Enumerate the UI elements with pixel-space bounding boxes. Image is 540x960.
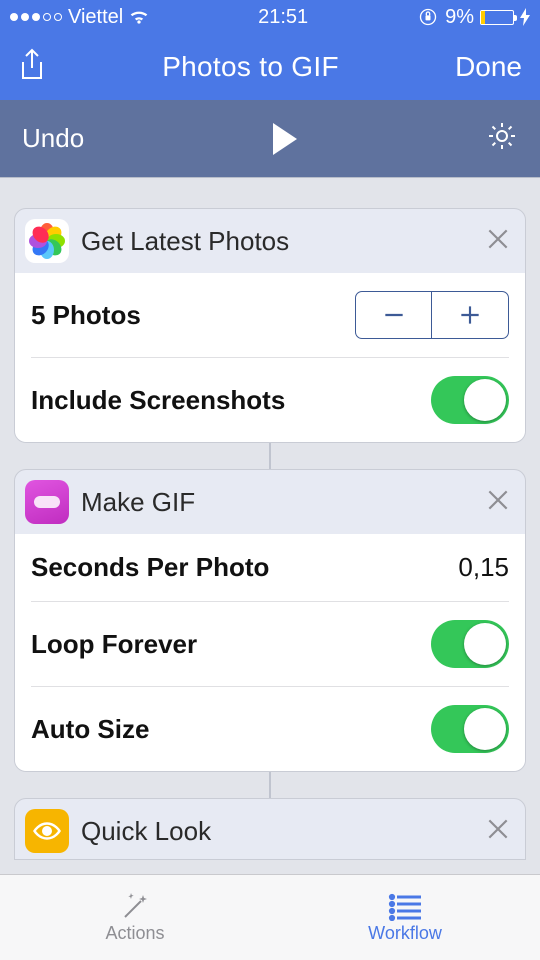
include-screenshots-label: Include Screenshots [31,385,285,416]
quick-look-icon [25,809,69,853]
tab-actions[interactable]: Actions [0,875,270,960]
done-button[interactable]: Done [455,51,522,83]
play-icon [273,123,297,155]
photos-app-icon [25,219,69,263]
action-card-quick-look[interactable]: Quick Look [14,798,526,860]
status-bar: Viettel 21:51 9% [0,0,540,34]
list-icon [387,891,423,921]
signal-dots [10,13,62,21]
undo-button[interactable]: Undo [22,123,84,154]
action-card-make-gif[interactable]: Make GIF Seconds Per Photo 0,15 Loop For… [14,469,526,772]
battery-pct: 9% [445,6,474,29]
loop-forever-label: Loop Forever [31,629,197,660]
settings-button[interactable] [486,120,518,157]
tab-workflow[interactable]: Workflow [270,875,540,960]
auto-size-label: Auto Size [31,714,149,745]
close-icon [485,226,511,252]
stepper-plus-button[interactable] [432,292,508,338]
battery-icon [480,10,514,25]
card-title: Get Latest Photos [81,226,485,257]
photo-count-stepper [355,291,509,339]
rotation-lock-icon [417,6,439,28]
wifi-icon [129,9,149,25]
tab-bar: Actions Workflow [0,874,540,960]
card-close-button[interactable] [485,226,511,257]
tab-label: Actions [105,923,164,944]
card-close-button[interactable] [485,816,511,847]
share-button[interactable] [18,48,46,87]
tab-label: Workflow [368,923,442,944]
close-icon [485,816,511,842]
carrier-label: Viettel [68,6,123,29]
workflow-canvas[interactable]: Get Latest Photos 5 Photos Include Scree… [0,178,540,874]
charging-bolt-icon [520,8,530,26]
loop-forever-toggle[interactable] [431,620,509,668]
gif-action-icon [25,480,69,524]
action-card-get-latest-photos[interactable]: Get Latest Photos 5 Photos Include Scree… [14,208,526,443]
card-connector [269,772,271,798]
include-screenshots-toggle[interactable] [431,376,509,424]
auto-size-toggle[interactable] [431,705,509,753]
close-icon [485,487,511,513]
play-button[interactable] [273,123,297,155]
card-close-button[interactable] [485,487,511,518]
page-title: Photos to GIF [162,51,339,83]
seconds-per-photo-label: Seconds Per Photo [31,552,269,583]
wand-icon [117,891,153,921]
card-title: Make GIF [81,487,485,518]
photo-count-label: 5 Photos [31,300,141,331]
clock: 21:51 [258,6,308,29]
card-connector [269,443,271,469]
card-title: Quick Look [81,816,485,847]
seconds-per-photo-value[interactable]: 0,15 [458,552,509,583]
nav-bar: Photos to GIF Done [0,34,540,100]
editor-toolbar: Undo [0,100,540,178]
gear-icon [486,120,518,152]
stepper-minus-button[interactable] [356,292,432,338]
